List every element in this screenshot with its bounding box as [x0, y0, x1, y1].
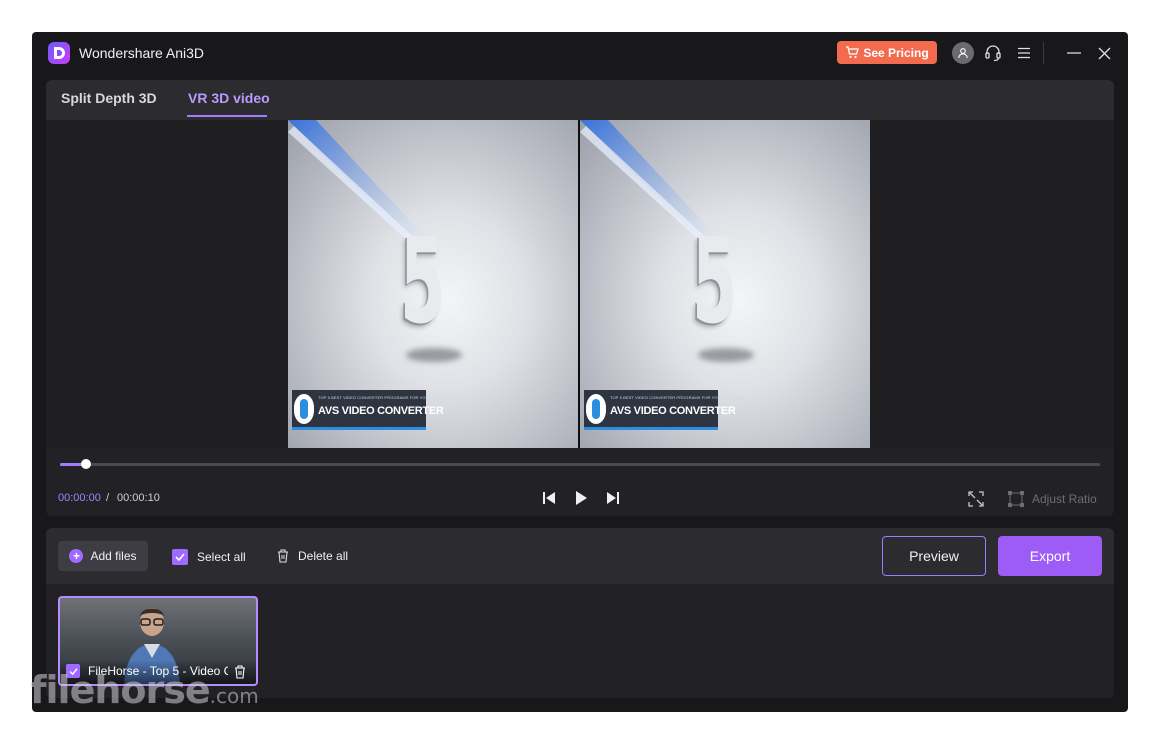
banner-title: AVS VIDEO CONVERTER	[318, 405, 444, 417]
preview-button[interactable]: Preview	[882, 536, 986, 576]
avs-logo-icon	[294, 394, 314, 424]
add-files-label: Add files	[90, 549, 137, 563]
right-eye-frame: 5 TOP 5 BEST VIDEO CONVERTER PROGRAMS FO…	[580, 120, 870, 448]
current-time: 00:00:00	[58, 492, 101, 504]
account-icon[interactable]	[952, 42, 974, 64]
headset-icon[interactable]	[982, 42, 1004, 64]
editor-panel: Split Depth 3D VR 3D video 5 TOP 5 BEST …	[46, 80, 1114, 516]
timeline-scrubber[interactable]	[81, 459, 91, 469]
banner-accent-bar	[292, 427, 426, 430]
previous-frame-icon[interactable]	[540, 489, 558, 507]
time-separator: /	[106, 492, 110, 504]
titlebar-divider	[1043, 42, 1044, 64]
plus-icon: +	[69, 549, 84, 563]
mode-tabs: Split Depth 3D VR 3D video	[46, 80, 1114, 120]
video-preview: 5 TOP 5 BEST VIDEO CONVERTER PROGRAMS FO…	[46, 120, 1114, 448]
app-title: Wondershare Ani3D	[79, 45, 205, 61]
hamburger-menu-icon[interactable]	[1013, 42, 1035, 64]
watermark-tld: .com	[209, 684, 259, 708]
numeral-shadow	[406, 348, 462, 362]
title-bar: Wondershare Ani3D See Pricing	[32, 32, 1128, 74]
fullscreen-icon[interactable]	[967, 490, 985, 508]
active-tab-indicator	[187, 115, 267, 117]
banner-subtitle: TOP 5 BEST VIDEO CONVERTER PROGRAMS FOR …	[318, 395, 454, 400]
app-logo-icon	[48, 42, 70, 64]
play-icon[interactable]	[572, 489, 590, 507]
numeral-five: 5	[692, 212, 738, 350]
see-pricing-button[interactable]: See Pricing	[837, 41, 937, 64]
watermark-brand: filehorse	[30, 668, 211, 712]
numeral-five: 5	[400, 212, 446, 350]
app-window: Wondershare Ani3D See Pricing Split Dept…	[32, 32, 1128, 712]
select-all-checkbox[interactable]: Select all	[172, 549, 246, 565]
tab-split-depth-3d[interactable]: Split Depth 3D	[61, 90, 157, 106]
video-banner: TOP 5 BEST VIDEO CONVERTER PROGRAMS FOR …	[584, 390, 746, 430]
tab-vr-3d-video[interactable]: VR 3D video	[188, 90, 270, 106]
next-frame-icon[interactable]	[604, 489, 622, 507]
filehorse-watermark: filehorse.com	[30, 668, 259, 712]
trash-icon	[278, 549, 288, 563]
minimize-icon[interactable]	[1063, 42, 1085, 64]
export-button[interactable]: Export	[998, 536, 1102, 576]
adjust-ratio-label: Adjust Ratio	[1032, 492, 1097, 506]
numeral-shadow	[698, 348, 754, 362]
cart-icon	[846, 46, 860, 59]
banner-title: AVS VIDEO CONVERTER	[610, 405, 736, 417]
files-toolbar: + Add files Select all Delete all Previe…	[46, 528, 1114, 584]
add-files-button[interactable]: + Add files	[58, 541, 148, 571]
banner-subtitle: TOP 5 BEST VIDEO CONVERTER PROGRAMS FOR …	[610, 395, 746, 400]
video-banner: TOP 5 BEST VIDEO CONVERTER PROGRAMS FOR …	[292, 390, 454, 430]
delete-all-label: Delete all	[298, 549, 349, 563]
checkbox-checked-icon	[172, 549, 188, 565]
see-pricing-label: See Pricing	[863, 45, 929, 60]
close-icon[interactable]	[1093, 42, 1115, 64]
adjust-ratio-icon	[1008, 491, 1024, 507]
banner-accent-bar	[584, 427, 718, 430]
left-eye-frame: 5 TOP 5 BEST VIDEO CONVERTER PROGRAMS FO…	[288, 120, 578, 448]
total-time: 00:00:10	[117, 492, 160, 504]
select-all-label: Select all	[197, 550, 246, 564]
timeline-track[interactable]	[60, 463, 1100, 466]
delete-all-button[interactable]: Delete all	[277, 549, 348, 563]
avs-logo-icon	[586, 394, 606, 424]
